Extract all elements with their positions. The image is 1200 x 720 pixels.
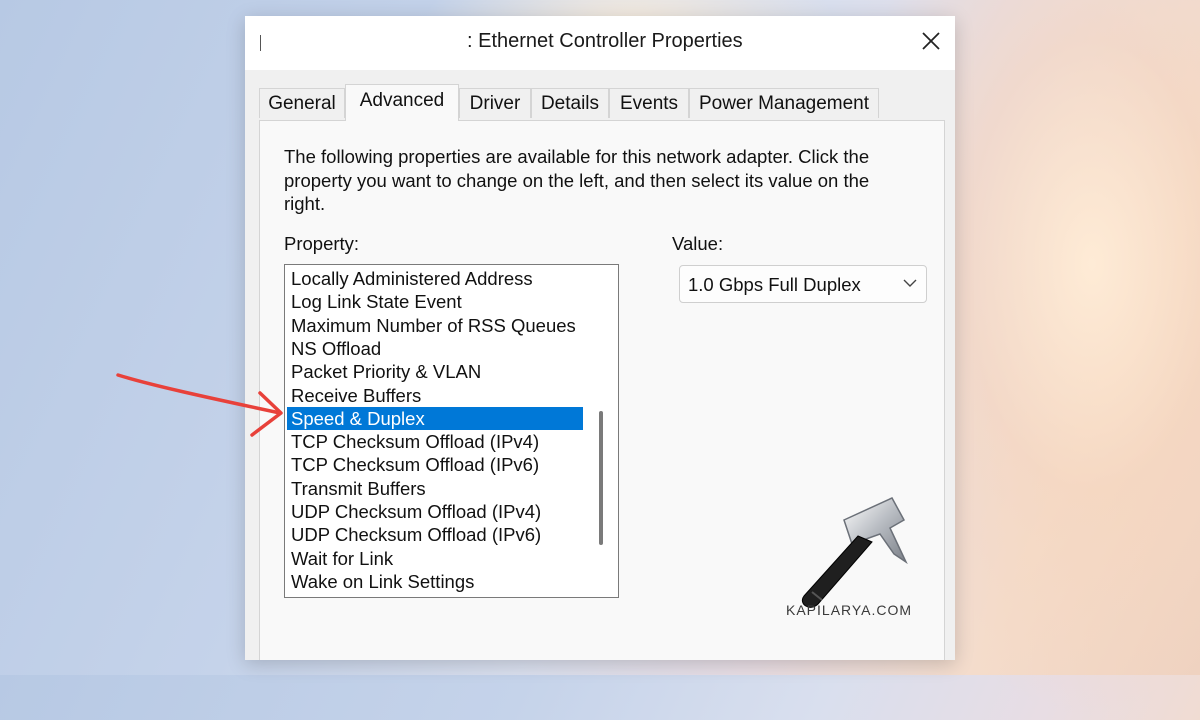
list-item[interactable]: UDP Checksum Offload (IPv4)	[287, 500, 583, 523]
tab-advanced[interactable]: Advanced	[345, 84, 459, 121]
list-item[interactable]: Wake on Link Settings	[287, 570, 583, 593]
close-icon	[922, 32, 940, 50]
scrollbar-thumb[interactable]	[599, 411, 603, 545]
tab-details[interactable]: Details	[531, 88, 609, 118]
description-text: The following properties are available f…	[284, 146, 870, 214]
value-dropdown[interactable]: 1.0 Gbps Full Duplex	[679, 265, 927, 303]
hammer-icon	[802, 497, 908, 608]
close-button[interactable]	[919, 29, 943, 53]
list-item[interactable]: NS Offload	[287, 337, 583, 360]
tab-general[interactable]: General	[259, 88, 345, 118]
watermark-text: KAPILARYA.COM	[786, 602, 913, 618]
title-bar: : Ethernet Controller Properties	[245, 16, 955, 70]
list-item[interactable]: UDP Checksum Offload (IPv6)	[287, 523, 583, 546]
property-listbox[interactable]: Locally Administered Address Log Link St…	[284, 264, 619, 598]
red-arrow-icon	[116, 373, 283, 437]
list-item[interactable]: Receive Buffers	[287, 384, 583, 407]
list-item-selected[interactable]: Speed & Duplex	[287, 406, 583, 431]
window-title: : Ethernet Controller Properties	[467, 30, 743, 52]
value-dropdown-text: 1.0 Gbps Full Duplex	[688, 274, 861, 295]
tab-driver[interactable]: Driver	[459, 88, 531, 118]
window-icon	[260, 35, 261, 51]
tab-events[interactable]: Events	[609, 88, 689, 118]
list-item[interactable]: TCP Checksum Offload (IPv6)	[287, 453, 583, 476]
list-item[interactable]: TCP Checksum Offload (IPv4)	[287, 430, 583, 453]
list-item[interactable]: Transmit Buffers	[287, 477, 583, 500]
value-label: Value:	[672, 233, 724, 254]
list-item[interactable]: Wait for Link	[287, 547, 583, 570]
chevron-down-icon	[903, 279, 917, 287]
list-item[interactable]: Locally Administered Address	[287, 267, 583, 290]
tab-power-management[interactable]: Power Management	[689, 88, 879, 118]
list-item[interactable]: Maximum Number of RSS Queues	[287, 314, 583, 337]
list-item[interactable]: Packet Priority & VLAN	[287, 360, 583, 383]
property-label: Property:	[284, 233, 360, 254]
list-item[interactable]: Log Link State Event	[287, 290, 583, 313]
